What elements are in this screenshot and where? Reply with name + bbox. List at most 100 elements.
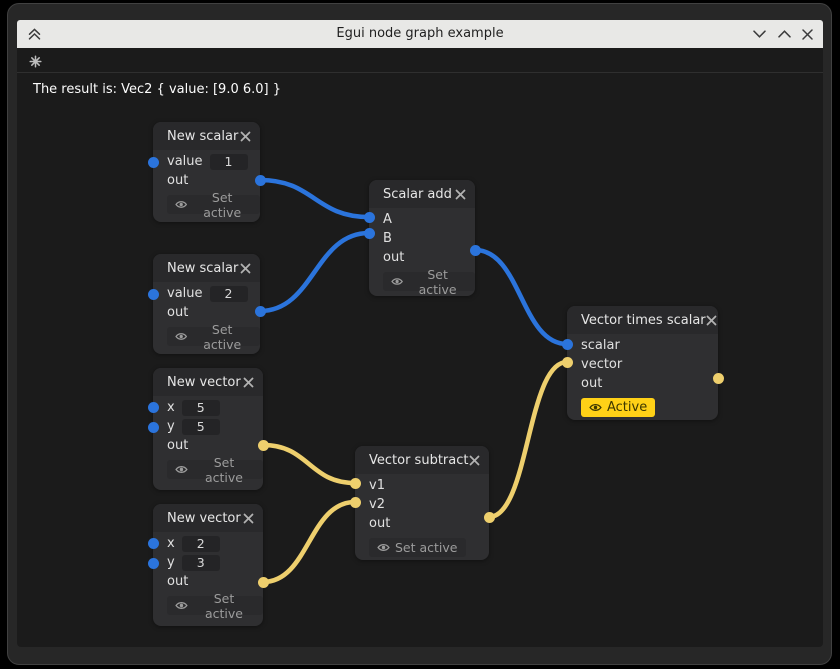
port-out[interactable] <box>258 577 269 588</box>
eye-icon <box>175 601 188 610</box>
port-in-y[interactable] <box>148 558 159 569</box>
port-in-y[interactable] <box>148 422 159 433</box>
close-node-icon[interactable] <box>243 377 254 388</box>
value-drag-field[interactable]: 5 <box>182 400 220 416</box>
close-node-icon[interactable] <box>469 455 480 466</box>
button-label: Set active <box>193 455 255 485</box>
output-row-out: out <box>153 171 260 190</box>
output-label: out <box>581 376 602 391</box>
node-new-vector-2[interactable]: New vector x 2 y 3 out Set active <box>153 504 263 626</box>
input-row-scalar: scalar <box>567 336 718 355</box>
eye-icon <box>175 465 188 474</box>
node-scalar-add[interactable]: Scalar add A B out Set active <box>369 180 475 296</box>
param-label: scalar <box>581 338 620 353</box>
param-row-y: y 3 <box>153 553 263 572</box>
param-label: value <box>167 286 203 301</box>
node-header[interactable]: New vector <box>153 504 263 532</box>
node-new-vector-1[interactable]: New vector x 5 y 5 out Set active <box>153 368 263 490</box>
new-node-button[interactable] <box>27 53 43 69</box>
output-label: out <box>167 438 188 453</box>
input-row-v1: v1 <box>355 476 489 495</box>
input-row-v2: v2 <box>355 495 489 514</box>
node-header[interactable]: New scalar <box>153 122 260 150</box>
eye-icon <box>175 200 187 209</box>
close-node-icon[interactable] <box>240 263 251 274</box>
param-row-x: x 2 <box>153 534 263 553</box>
node-header[interactable]: New vector <box>153 368 263 396</box>
eye-icon <box>377 543 390 552</box>
port-in-value[interactable] <box>148 157 159 168</box>
set-active-button[interactable]: Set active <box>369 538 466 557</box>
output-label: out <box>167 173 188 188</box>
close-window-button[interactable] <box>799 26 815 42</box>
set-active-button[interactable]: Set active <box>167 460 263 479</box>
minimize-button[interactable] <box>751 26 767 42</box>
port-in-x[interactable] <box>148 402 159 413</box>
param-label: value <box>167 154 203 169</box>
value-drag-field[interactable]: 2 <box>182 536 220 552</box>
param-row-x: x 5 <box>153 398 263 417</box>
node-header[interactable]: Vector subtract <box>355 446 489 474</box>
output-row-out: out <box>153 436 263 455</box>
node-title: New scalar <box>167 129 238 144</box>
result-text: The result is: Vec2 { value: [9.0 6.0] } <box>33 82 281 97</box>
collapse-window-icon[interactable] <box>26 26 42 42</box>
output-row-out: out <box>153 303 260 322</box>
node-vector-subtract[interactable]: Vector subtract v1 v2 out Set active <box>355 446 489 560</box>
output-row-out: out <box>355 514 489 533</box>
close-node-icon[interactable] <box>240 131 251 142</box>
port-out[interactable] <box>713 373 724 384</box>
port-out[interactable] <box>484 512 495 523</box>
value-drag-field[interactable]: 2 <box>210 286 248 302</box>
close-node-icon[interactable] <box>243 513 254 524</box>
node-title: Vector times scalar <box>581 313 706 328</box>
node-vector-times-scalar[interactable]: Vector times scalar scalar vector out Ac… <box>567 306 718 420</box>
node-title: Vector subtract <box>369 453 468 468</box>
port-out[interactable] <box>258 440 269 451</box>
node-header[interactable]: New scalar <box>153 254 260 282</box>
value-drag-field[interactable]: 3 <box>182 555 220 571</box>
close-icon <box>802 29 813 40</box>
port-in-vector[interactable] <box>562 357 573 368</box>
close-node-icon[interactable] <box>706 315 717 326</box>
port-in-x[interactable] <box>148 538 159 549</box>
eye-icon <box>391 277 403 286</box>
eye-icon <box>589 403 602 412</box>
output-row-out: out <box>153 572 263 591</box>
param-label: x <box>167 400 175 415</box>
value-drag-field[interactable]: 5 <box>182 419 220 435</box>
port-out[interactable] <box>255 175 266 186</box>
port-in-B[interactable] <box>364 228 375 239</box>
maximize-button[interactable] <box>776 26 792 42</box>
port-in-scalar[interactable] <box>562 339 573 350</box>
node-new-scalar-2[interactable]: New scalar value 2 out Set active <box>153 254 260 354</box>
set-active-button[interactable]: Set active <box>167 327 260 346</box>
node-header[interactable]: Scalar add <box>369 180 475 208</box>
set-active-button[interactable]: Set active <box>167 596 263 615</box>
double-chevron-up-icon <box>27 27 42 41</box>
port-out[interactable] <box>255 306 266 317</box>
output-label: out <box>369 516 390 531</box>
param-label: y <box>167 419 175 434</box>
node-title: Scalar add <box>383 187 452 202</box>
chevron-up-icon <box>778 30 791 38</box>
param-row-value: value 1 <box>153 152 260 171</box>
output-label: out <box>167 305 188 320</box>
node-new-scalar-1[interactable]: New scalar value 1 out Set active <box>153 122 260 222</box>
node-header[interactable]: Vector times scalar <box>567 306 718 334</box>
param-label: v2 <box>369 497 385 512</box>
asterisk-star-icon <box>29 55 42 68</box>
param-row-y: y 5 <box>153 417 263 436</box>
port-in-v1[interactable] <box>350 478 361 489</box>
set-active-button[interactable]: Set active <box>383 272 475 291</box>
active-button[interactable]: Active <box>581 398 655 417</box>
port-in-value[interactable] <box>148 289 159 300</box>
param-row-value: value 2 <box>153 284 260 303</box>
value-drag-field[interactable]: 1 <box>210 154 248 170</box>
close-node-icon[interactable] <box>455 189 466 200</box>
param-label: y <box>167 555 175 570</box>
port-in-v2[interactable] <box>350 497 361 508</box>
set-active-button[interactable]: Set active <box>167 195 260 214</box>
port-out[interactable] <box>470 245 481 256</box>
port-in-A[interactable] <box>364 212 375 223</box>
